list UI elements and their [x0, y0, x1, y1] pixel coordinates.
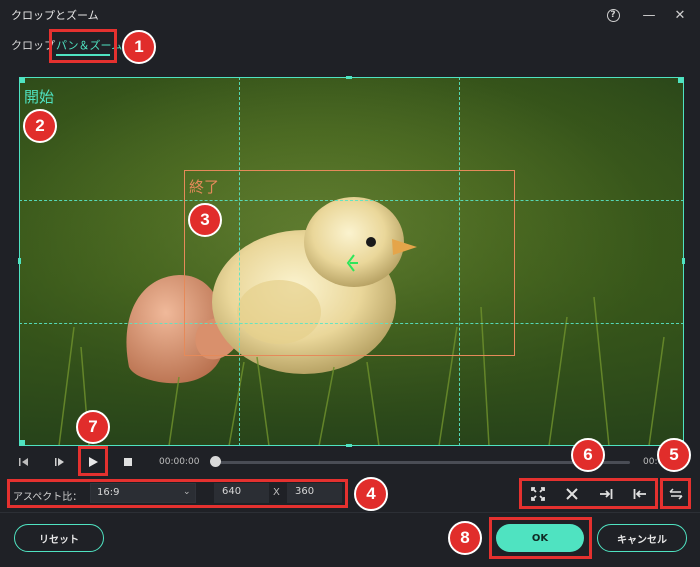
resize-handle-left[interactable]	[18, 258, 21, 264]
callout-box-play	[78, 446, 108, 476]
resize-handle-top-left[interactable]	[19, 77, 25, 83]
callout-box-aspect	[7, 479, 348, 508]
callout-badge: 4	[354, 477, 388, 511]
resize-handle-bottom[interactable]	[346, 444, 352, 447]
callout-box-tab	[49, 29, 117, 63]
end-frame-label: 終了	[189, 178, 220, 196]
stop-icon[interactable]	[120, 455, 136, 469]
window-title: クロップとズーム	[11, 9, 99, 22]
callout-box-ok	[489, 517, 592, 559]
help-icon[interactable]: ?	[604, 6, 622, 24]
title-bar	[0, 0, 700, 30]
callout-badge: 2	[23, 109, 57, 143]
callout-box-swap	[660, 478, 691, 509]
callout-badge: 1	[122, 30, 156, 64]
cancel-button[interactable]: キャンセル	[597, 524, 687, 552]
start-frame-label: 開始	[24, 88, 55, 106]
resize-handle-top-right[interactable]	[678, 77, 684, 83]
timeline-thumb[interactable]	[210, 456, 221, 467]
callout-badge: 7	[76, 410, 110, 444]
callout-badge: 6	[571, 438, 605, 472]
next-frame-icon[interactable]	[52, 455, 68, 469]
end-frame[interactable]	[184, 170, 515, 356]
current-time: 00:00:00	[159, 457, 200, 467]
resize-handle-right[interactable]	[682, 258, 685, 264]
reset-button[interactable]: リセット	[14, 524, 104, 552]
footer-divider	[0, 512, 700, 513]
resize-handle-bottom-left[interactable]	[19, 440, 25, 446]
previous-frame-icon[interactable]	[16, 455, 32, 469]
minimize-icon[interactable]: —	[640, 6, 658, 24]
callout-box-tools	[519, 478, 658, 509]
close-icon[interactable]: ✕	[671, 6, 689, 24]
callout-badge: 8	[448, 521, 482, 555]
timeline-track[interactable]	[212, 461, 630, 464]
callout-badge: 3	[188, 203, 222, 237]
callout-badge: 5	[657, 438, 691, 472]
resize-handle-top[interactable]	[346, 76, 352, 79]
